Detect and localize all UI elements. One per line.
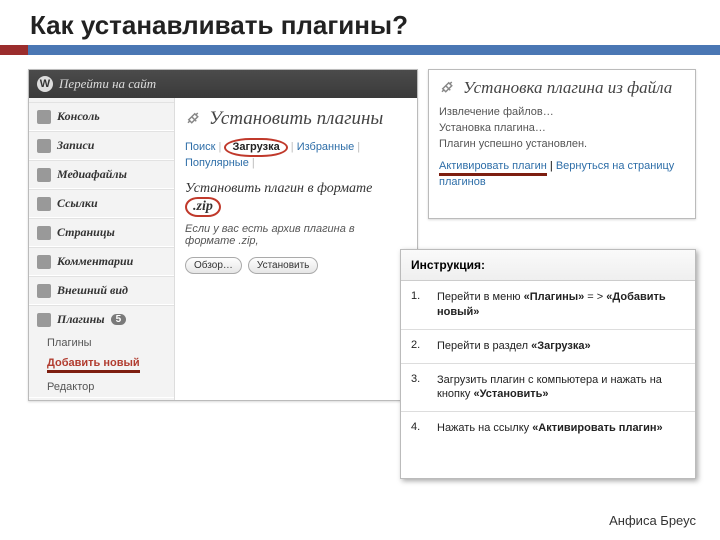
install-status-line: Установка плагина…	[439, 122, 685, 134]
wp-sidebar: Консоль Записи Медиафайлы Ссылки Страниц…	[29, 98, 175, 400]
sidebar-item-media[interactable]: Медиафайлы	[29, 161, 174, 188]
tab-upload[interactable]: Загрузка	[224, 138, 287, 157]
media-icon	[37, 168, 51, 182]
sidebar-item-links[interactable]: Ссылки	[29, 190, 174, 217]
header-rule	[0, 45, 720, 55]
home-icon	[37, 110, 51, 124]
sidebar-item-dashboard[interactable]: Консоль	[29, 103, 174, 130]
install-from-file-panel: Установка плагина из файла Извлечение фа…	[428, 69, 696, 219]
tab-search[interactable]: Поиск	[185, 141, 215, 153]
sidebar-item-pages[interactable]: Страницы	[29, 219, 174, 246]
instruction-step: 4. Нажать на ссылку «Активировать плагин»	[401, 412, 695, 445]
wp-topbar: W Перейти на сайт	[29, 70, 417, 98]
plugin-tabs: Поиск | Загрузка | Избранные | Популярны…	[185, 138, 407, 169]
plugins-count-badge: 5	[111, 314, 127, 325]
plug-icon	[185, 110, 203, 128]
install-button[interactable]: Установить	[248, 257, 319, 274]
step-text: Перейти в меню «Плагины» = > «Добавить н…	[437, 290, 685, 320]
activate-plugin-link[interactable]: Активировать плагин	[439, 160, 547, 172]
step-text: Перейти в раздел «Загрузка»	[437, 339, 685, 354]
appearance-icon	[37, 284, 51, 298]
step-number: 2.	[411, 339, 427, 354]
upload-format-subheading: Установить плагин в формате .zip	[185, 181, 407, 217]
sidebar-sub-plugins-list[interactable]: Плагины	[29, 333, 174, 353]
wp-main-area: Установить плагины Поиск | Загрузка | Из…	[175, 98, 417, 400]
step-text: Загрузить плагин с компьютера и нажать н…	[437, 373, 685, 403]
instruction-step: 1. Перейти в меню «Плагины» = > «Добавить…	[401, 281, 695, 330]
step-number: 4.	[411, 421, 427, 436]
plugin-icon	[37, 313, 51, 327]
wp-admin-screenshot: W Перейти на сайт Консоль Записи Медиафа…	[28, 69, 418, 401]
step-number: 1.	[411, 290, 427, 320]
link-icon	[37, 197, 51, 211]
pin-icon	[37, 139, 51, 153]
sidebar-item-appearance[interactable]: Внешний вид	[29, 277, 174, 304]
sidebar-item-comments[interactable]: Комментарии	[29, 248, 174, 275]
step-text: Нажать на ссылку «Активировать плагин»	[437, 421, 685, 436]
slide-author: Анфиса Бреус	[609, 513, 696, 528]
upload-hint-text: Если у вас есть архив плагина в формате …	[185, 223, 407, 247]
instruction-step: 3. Загрузить плагин с компьютера и нажать…	[401, 364, 695, 413]
instruction-box: Инструкция: 1. Перейти в меню «Плагины» =…	[400, 249, 696, 479]
visit-site-link[interactable]: Перейти на сайт	[59, 76, 156, 92]
install-status-line: Извлечение файлов…	[439, 106, 685, 118]
plug-icon	[439, 79, 457, 97]
step-number: 3.	[411, 373, 427, 403]
instruction-title: Инструкция:	[401, 250, 695, 281]
page-icon	[37, 226, 51, 240]
install-status-line: Плагин успешно установлен.	[439, 138, 685, 150]
browse-button[interactable]: Обзор…	[185, 257, 242, 274]
sidebar-sub-editor[interactable]: Редактор	[29, 377, 174, 397]
sidebar-item-posts[interactable]: Записи	[29, 132, 174, 159]
install-from-file-heading: Установка плагина из файла	[439, 78, 685, 98]
install-plugins-heading: Установить плагины	[185, 108, 407, 130]
tab-popular[interactable]: Популярные	[185, 157, 249, 169]
slide-title: Как устанавливать плагины?	[0, 0, 720, 45]
sidebar-sub-add-new[interactable]: Добавить новый	[29, 353, 174, 377]
zip-highlight: .zip	[185, 197, 221, 217]
wordpress-logo-icon: W	[37, 76, 53, 92]
comment-icon	[37, 255, 51, 269]
instruction-step: 2. Перейти в раздел «Загрузка»	[401, 330, 695, 364]
tab-featured[interactable]: Избранные	[297, 141, 355, 153]
sidebar-item-plugins[interactable]: Плагины 5	[29, 306, 174, 333]
